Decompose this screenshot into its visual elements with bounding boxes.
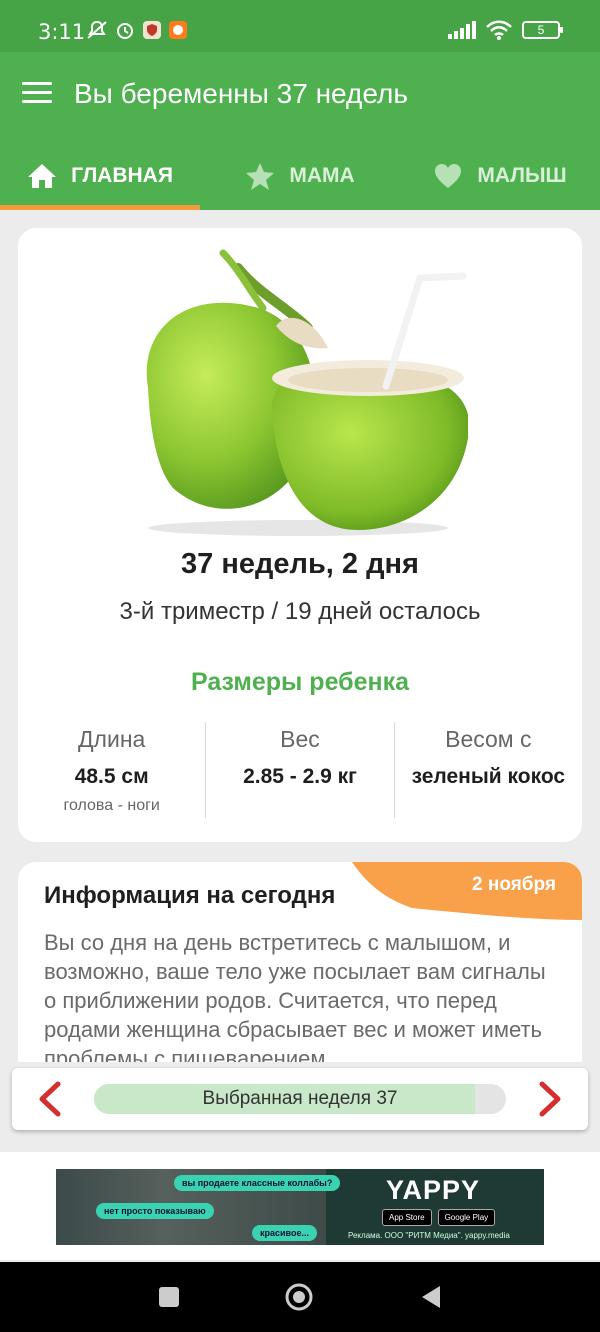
week-title: 37 недель, 2 дня: [181, 548, 419, 580]
wifi-icon: [486, 20, 512, 40]
info-title: Информация на сегодня: [44, 882, 336, 909]
info-text: Вы со дня на день встретитесь с малышом,…: [44, 930, 546, 1062]
home-icon: [28, 164, 57, 188]
tab-bar: ГЛАВНАЯ МАМА МАЛЫШ: [0, 142, 600, 210]
stat-weight-label: Вес: [280, 726, 320, 752]
ad-bubble-2: нет просто показываю: [96, 1203, 214, 1219]
alarm-icon: [117, 23, 133, 39]
menu-icon[interactable]: [22, 82, 52, 108]
stat-weight: Вес 2.85 - 2.9 кг: [205, 722, 393, 818]
page-title: Вы беременны 37 недель: [74, 78, 408, 109]
shield-app-icon: [143, 21, 161, 39]
recents-icon[interactable]: [154, 1282, 184, 1312]
previous-week-arrow-icon[interactable]: [32, 1080, 68, 1118]
ad-bubble-3: красивое...: [252, 1225, 317, 1241]
star-icon: [246, 163, 275, 190]
stat-length: Длина 48.5 см голова - ноги: [18, 722, 205, 818]
week-subtitle: 3-й триместр / 19 дней осталось: [119, 598, 481, 625]
orange-app-icon: [169, 21, 187, 39]
tab-baby[interactable]: МАЛЫШ: [400, 142, 600, 210]
ad-bubble-1: вы продаете классные коллабы?: [174, 1175, 341, 1191]
tab-baby-label: МАЛЫШ: [477, 164, 567, 187]
stat-weight-value: 2.85 - 2.9 кг: [243, 765, 357, 788]
stat-length-value: 48.5 см: [74, 765, 149, 788]
status-time: 3:11: [38, 20, 86, 44]
tab-home[interactable]: ГЛАВНАЯ: [0, 142, 200, 210]
app-bar: Вы беременны 37 недель: [0, 52, 600, 142]
heart-icon: [435, 164, 462, 188]
baby-sizes-title: Размеры ребенка: [190, 668, 410, 696]
tab-home-label: ГЛАВНАЯ: [71, 164, 173, 187]
daily-info-card[interactable]: 2 ноября Информация на сегодня Вы со дня…: [18, 862, 582, 1062]
coconut-image: [146, 249, 468, 536]
week-selector: Выбранная неделя 37: [12, 1068, 588, 1130]
back-icon[interactable]: [416, 1282, 446, 1312]
ad-logo: YAPPY: [386, 1175, 481, 1205]
tab-mom[interactable]: МАМА: [200, 142, 400, 210]
week-progress-bar[interactable]: Выбранная неделя 37: [94, 1084, 506, 1114]
status-bar: 3:11 5: [0, 0, 600, 52]
selected-week-label: Выбранная неделя 37: [202, 1088, 398, 1109]
signal-icon: [448, 21, 476, 39]
baby-stats: Длина 48.5 см голова - ноги Вес 2.85 - 2…: [18, 722, 582, 818]
stat-comparison-label: Весом с: [445, 726, 532, 752]
app-store-badge: App Store: [382, 1209, 432, 1226]
ad-legal-text: Реклама. ООО "РИТМ Медиа". yappy.media: [348, 1231, 510, 1240]
stat-comparison: Весом с зеленый кокос: [393, 722, 582, 818]
info-date: 2 ноября: [472, 874, 556, 895]
week-card: 37 недель, 2 дня 3-й триместр / 19 дней …: [18, 228, 582, 842]
ad-area: вы продаете классные коллабы? нет просто…: [0, 1152, 600, 1260]
stat-comparison-value: зеленый кокос: [411, 765, 566, 788]
mute-icon: [87, 20, 107, 39]
ad-banner[interactable]: вы продаете классные коллабы? нет просто…: [56, 1169, 544, 1245]
stat-length-label: Длина: [77, 726, 146, 752]
status-notification-icons: [86, 20, 188, 40]
tab-mom-label: МАМА: [289, 164, 355, 187]
next-week-arrow-icon[interactable]: [532, 1080, 568, 1118]
stat-length-note: голова - ноги: [63, 797, 160, 814]
system-navigation-bar: [0, 1262, 600, 1332]
ad-store-buttons: App Store Google Play: [382, 1209, 496, 1226]
home-nav-icon[interactable]: [284, 1282, 314, 1312]
google-play-badge: Google Play: [437, 1209, 496, 1226]
date-badge: 2 ноября: [352, 862, 582, 920]
battery-icon: 5: [522, 21, 563, 39]
